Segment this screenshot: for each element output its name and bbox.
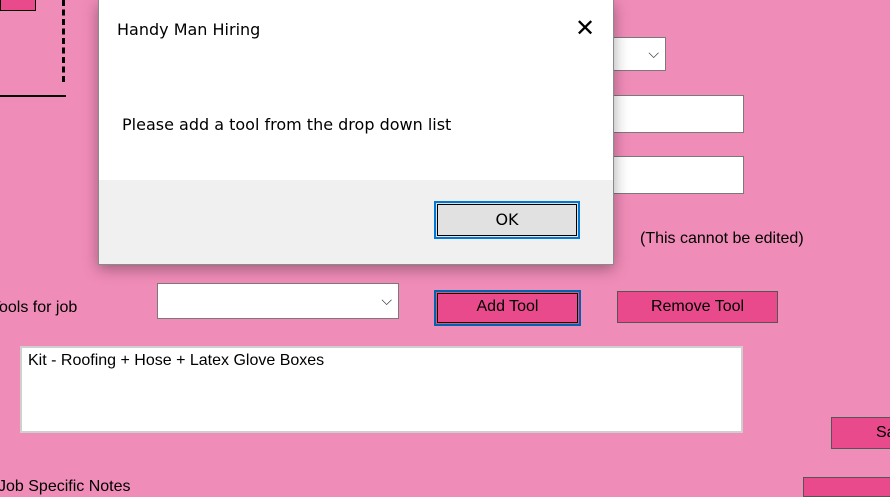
- save-button[interactable]: Sa: [831, 417, 890, 449]
- partial-top-left-button[interactable]: [0, 0, 36, 11]
- tools-for-job-label: Tools for job: [0, 299, 78, 316]
- tool-dropdown[interactable]: ⌵: [157, 283, 399, 319]
- notes-label: Job Specific Notes: [0, 478, 131, 495]
- partial-bottom-button[interactable]: [803, 477, 890, 497]
- chevron-down-icon: ⌵: [648, 46, 659, 62]
- close-icon[interactable]: ✕: [571, 14, 599, 42]
- chevron-down-icon: ⌵: [381, 293, 392, 309]
- dialog-title: Handy Man Hiring: [117, 20, 261, 39]
- tools-list[interactable]: Kit - Roofing + Hose + Latex Glove Boxes: [20, 346, 743, 433]
- frame-divider: [0, 95, 66, 97]
- dialog-message: Please add a tool from the drop down lis…: [122, 115, 452, 134]
- remove-tool-button[interactable]: Remove Tool: [617, 291, 778, 323]
- message-dialog: Handy Man Hiring ✕ Please add a tool fro…: [98, 0, 614, 265]
- text-field-2[interactable]: [604, 156, 744, 194]
- dialog-footer: OK: [99, 180, 613, 264]
- ok-button[interactable]: OK: [434, 201, 580, 239]
- text-field-1[interactable]: [604, 95, 744, 133]
- cannot-edit-note: (This cannot be edited): [640, 230, 804, 247]
- tools-list-item: Kit - Roofing + Hose + Latex Glove Boxes: [28, 352, 325, 369]
- add-tool-button[interactable]: Add Tool: [434, 290, 581, 326]
- dashed-frame-edge: [62, 0, 65, 82]
